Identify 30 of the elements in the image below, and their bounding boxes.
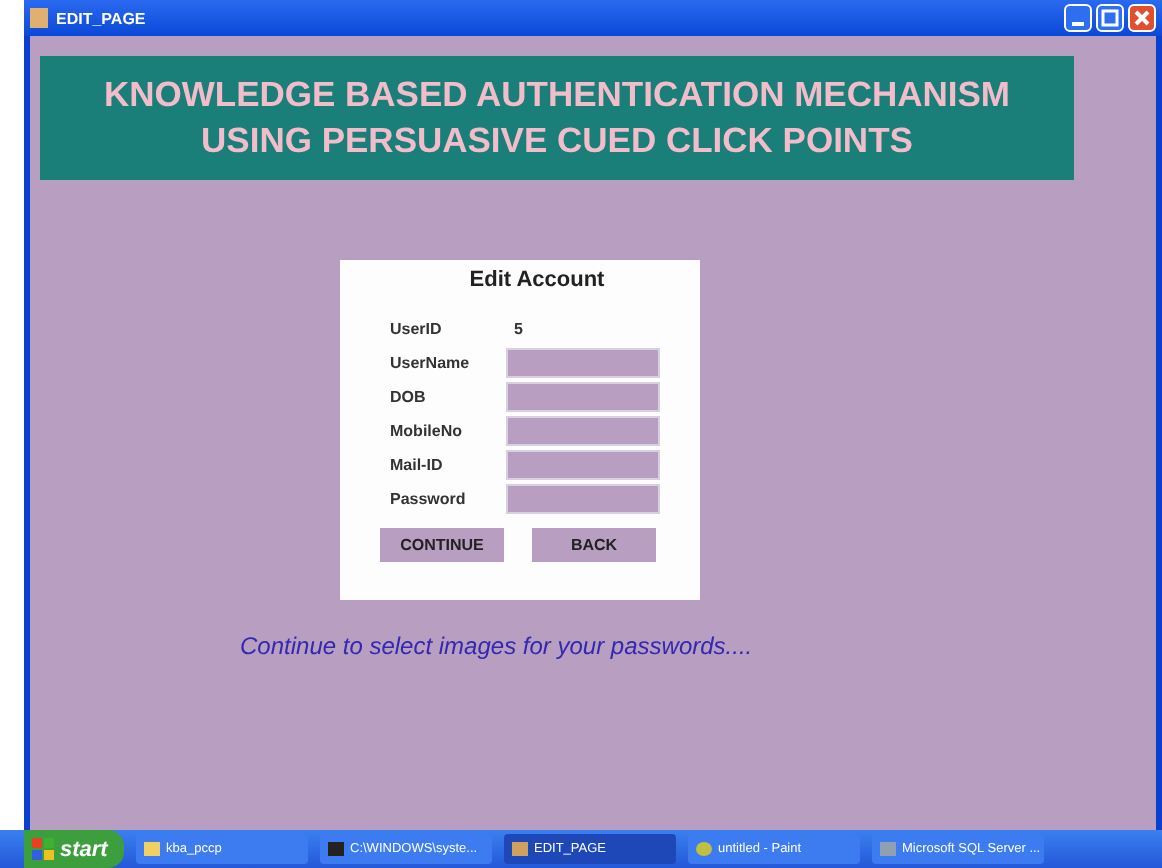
- input-field[interactable]: [506, 348, 660, 378]
- input-field[interactable]: [506, 416, 660, 446]
- input-field[interactable]: [506, 450, 660, 480]
- field-label: Mail-ID: [390, 456, 445, 474]
- form-button[interactable]: BACK: [532, 528, 656, 562]
- start-button[interactable]: start: [24, 830, 124, 868]
- input-field[interactable]: [506, 382, 660, 412]
- form-button[interactable]: CONTINUE: [380, 528, 504, 562]
- app-icon: [512, 842, 528, 856]
- banner-heading: KNOWLEDGE BASED AUTHENTICATION MECHANISM: [103, 72, 1011, 118]
- field-label: DOB: [390, 388, 428, 406]
- field-label: MobileNo: [390, 422, 464, 440]
- hint-message: Continue to select images for your passwords....: [240, 632, 753, 660]
- app-icon: [30, 8, 48, 28]
- minimize-button[interactable]: [1064, 4, 1092, 32]
- input-field[interactable]: [506, 484, 660, 514]
- field-value: 5: [514, 320, 523, 338]
- windows-logo-icon: [32, 838, 54, 860]
- close-icon: [1132, 8, 1152, 28]
- field-label: UserID: [390, 320, 444, 338]
- maximize-icon: [1100, 8, 1120, 28]
- close-button[interactable]: [1128, 4, 1156, 32]
- minimize-icon: [1072, 22, 1084, 26]
- banner-heading: USING PERSUASIVE CUED CLICK POINTS: [201, 118, 913, 164]
- window-title: EDIT_PAGE: [56, 9, 146, 27]
- form-title: Edit Account: [467, 268, 607, 292]
- maximize-button[interactable]: [1096, 4, 1124, 32]
- field-label: Password: [390, 490, 468, 508]
- console-icon: [328, 842, 344, 856]
- field-label: UserName: [390, 354, 472, 372]
